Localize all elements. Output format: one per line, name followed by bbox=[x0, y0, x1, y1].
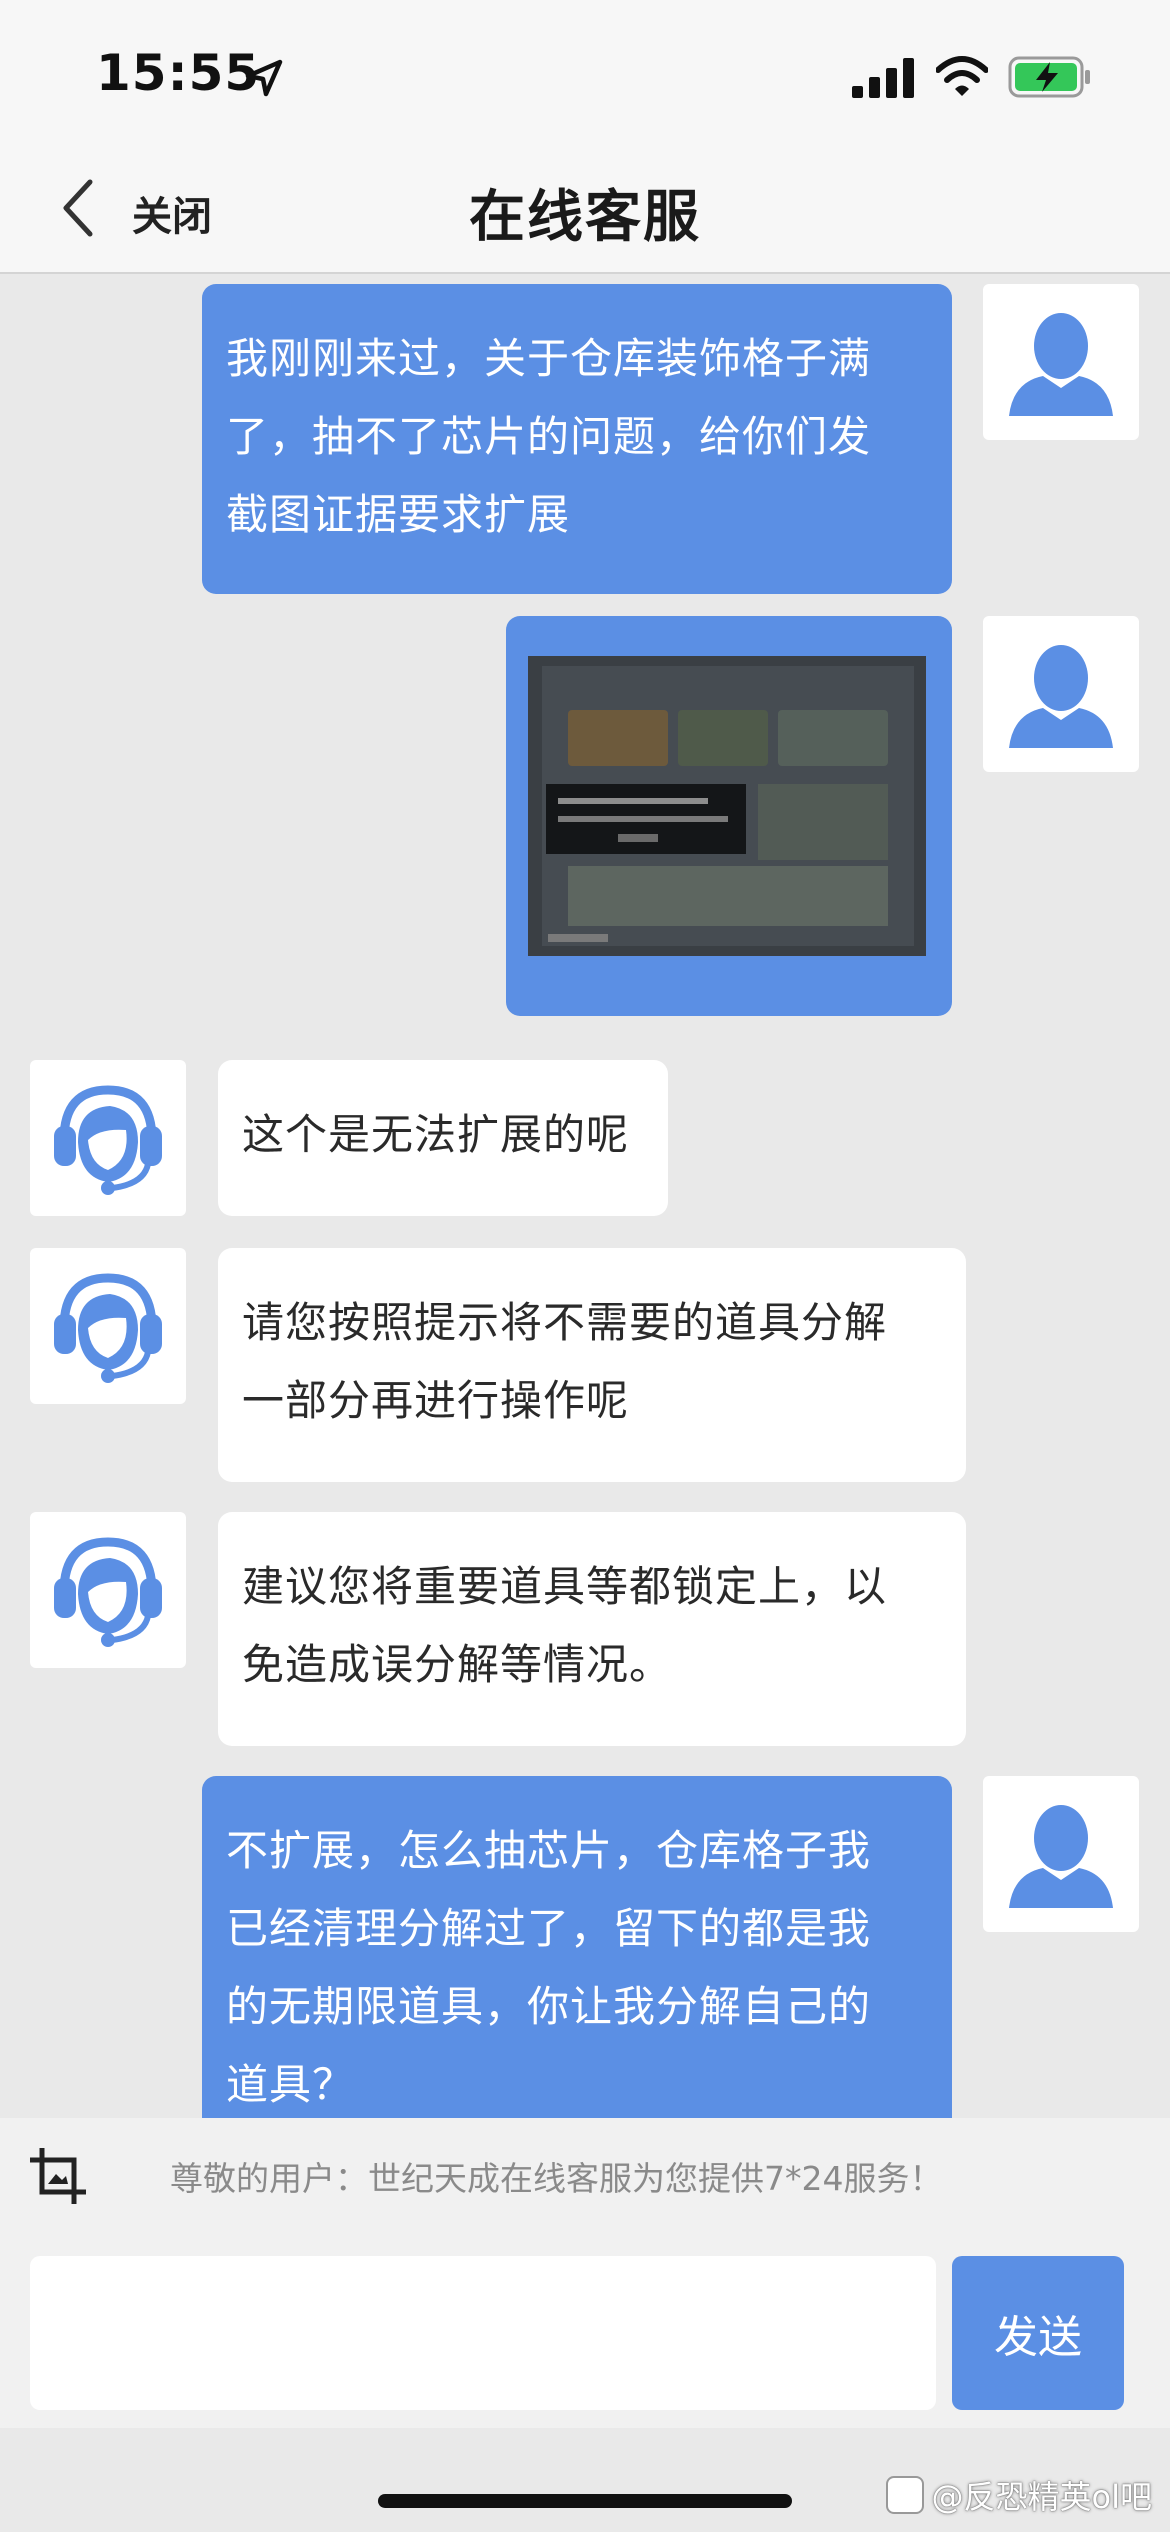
photo-content bbox=[528, 656, 926, 956]
agent-message: 请您按照提示将不需要的道具分解 一部分再进行操作呢 bbox=[0, 1248, 1170, 1488]
message-input[interactable] bbox=[30, 2256, 936, 2410]
home-indicator[interactable] bbox=[378, 2494, 792, 2508]
user-message-bubble: 我刚刚来过，关于仓库装饰格子满 了，抽不了芯片的问题，给你们发 截图证据要求扩展 bbox=[202, 284, 952, 594]
agent-avatar[interactable] bbox=[30, 1512, 186, 1668]
user-message: 不扩展，怎么抽芯片，仓库格子我 已经清理分解过了，留下的都是我 的无期限道具，你… bbox=[0, 1776, 1170, 2118]
user-message: 我刚刚来过，关于仓库装饰格子满 了，抽不了芯片的问题，给你们发 截图证据要求扩展 bbox=[0, 276, 1170, 596]
agent-avatar[interactable] bbox=[30, 1248, 186, 1404]
bottom-strip: @反恐精英ol吧 bbox=[0, 2428, 1170, 2532]
user-image-bubble[interactable] bbox=[506, 616, 952, 1016]
message-line: 的无期限道具，你让我分解自己的 bbox=[226, 1982, 872, 2031]
status-time: 15:55 bbox=[96, 44, 261, 102]
location-arrow-icon bbox=[245, 59, 283, 97]
agent-avatar[interactable] bbox=[30, 1060, 186, 1216]
screenshot-photo[interactable] bbox=[528, 656, 926, 956]
message-line: 一部分再进行操作呢 bbox=[242, 1376, 630, 1425]
chat-message-list[interactable]: 我刚刚来过，关于仓库装饰格子满 了，抽不了芯片的问题，给你们发 截图证据要求扩展 bbox=[0, 276, 1170, 2118]
message-line: 我刚刚来过，关于仓库装饰格子满 bbox=[226, 334, 872, 383]
message-line: 已经清理分解过了，留下的都是我 bbox=[226, 1904, 872, 1953]
customer-service-headset-icon bbox=[54, 1273, 162, 1383]
send-button[interactable]: 发送 bbox=[952, 2256, 1124, 2410]
user-message-bubble: 不扩展，怎么抽芯片，仓库格子我 已经清理分解过了，留下的都是我 的无期限道具，你… bbox=[202, 1776, 952, 2118]
user-avatar[interactable] bbox=[983, 1776, 1139, 1932]
wifi-icon bbox=[936, 56, 988, 96]
message-line: 这个是无法扩展的呢 bbox=[242, 1110, 630, 1159]
agent-message-bubble: 这个是无法扩展的呢 bbox=[218, 1060, 668, 1216]
watermark-logo bbox=[885, 2476, 924, 2514]
service-notice: 尊敬的用户：世纪天成在线客服为您提供7*24服务！ bbox=[170, 2159, 943, 2198]
message-line: 道具？ bbox=[226, 2060, 356, 2109]
battery-charging-icon bbox=[1008, 56, 1090, 98]
watermark-text: @反恐精英ol吧 bbox=[931, 2478, 1152, 2516]
message-line: 了，抽不了芯片的问题，给你们发 bbox=[226, 412, 872, 461]
user-avatar[interactable] bbox=[983, 616, 1139, 772]
message-line: 请您按照提示将不需要的道具分解 bbox=[242, 1298, 888, 1347]
agent-message: 建议您将重要道具等都锁定上，以 免造成误分解等情况。 bbox=[0, 1512, 1170, 1752]
user-avatar-icon bbox=[1009, 313, 1113, 416]
agent-message-bubble: 建议您将重要道具等都锁定上，以 免造成误分解等情况。 bbox=[218, 1512, 966, 1746]
message-line: 建议您将重要道具等都锁定上，以 bbox=[242, 1562, 888, 1611]
message-line: 免造成误分解等情况。 bbox=[242, 1640, 673, 1689]
customer-service-headset-icon bbox=[54, 1085, 162, 1195]
input-area: 尊敬的用户：世纪天成在线客服为您提供7*24服务！ 发送 bbox=[0, 2118, 1170, 2428]
agent-message: 这个是无法扩展的呢 bbox=[0, 1060, 1170, 1220]
message-line: 截图证据要求扩展 bbox=[226, 490, 571, 539]
status-bar: 15:55 bbox=[0, 0, 1170, 140]
message-line: 不扩展，怎么抽芯片，仓库格子我 bbox=[226, 1826, 872, 1875]
user-avatar[interactable] bbox=[983, 284, 1139, 440]
agent-message-bubble: 请您按照提示将不需要的道具分解 一部分再进行操作呢 bbox=[218, 1248, 966, 1482]
screenshot-crop-icon[interactable] bbox=[28, 2146, 88, 2206]
page-title: 在线客服 bbox=[469, 185, 701, 250]
cellular-signal-icon bbox=[852, 58, 914, 98]
watermark: @反恐精英ol吧 bbox=[885, 2472, 1152, 2518]
user-avatar-icon bbox=[1009, 1805, 1113, 1908]
user-avatar-icon bbox=[1009, 645, 1113, 748]
user-image-message bbox=[0, 616, 1170, 1016]
customer-service-headset-icon bbox=[54, 1537, 162, 1647]
nav-bar: 关闭 在线客服 bbox=[0, 140, 1170, 274]
